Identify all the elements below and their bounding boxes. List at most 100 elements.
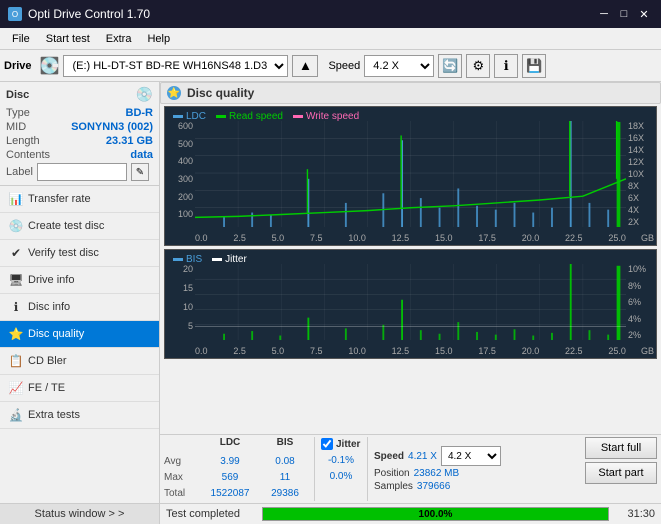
nav-item-transfer-rate[interactable]: 📊Transfer rate	[0, 186, 159, 213]
eject-button[interactable]: ▲	[292, 55, 318, 77]
nav-label-0: Transfer rate	[28, 193, 91, 205]
max-ldc: 569	[200, 469, 260, 485]
menu-start-test[interactable]: Start test	[38, 31, 98, 47]
ldc-legend-ldc: LDC	[173, 111, 206, 122]
speed-stat-label: Speed	[374, 451, 404, 462]
nav-item-create-test-disc[interactable]: 💿Create test disc	[0, 213, 159, 240]
total-jitter-placeholder	[321, 484, 361, 500]
speed-stat-select[interactable]: 4.2 X	[441, 446, 501, 466]
menu-bar: File Start test Extra Help	[0, 28, 661, 50]
start-part-button[interactable]: Start part	[585, 462, 657, 484]
nav-icon-1: 💿	[8, 218, 24, 234]
disc-label-input[interactable]	[37, 163, 127, 181]
disc-label-row: Label ✎	[6, 163, 153, 181]
menu-extra[interactable]: Extra	[98, 31, 140, 47]
bis-legend-jitter: Jitter	[212, 254, 247, 265]
nav-item-drive-info[interactable]: 🖥 Drive info	[0, 267, 159, 294]
nav-label-5: Disc quality	[28, 328, 84, 340]
disc-section-title: Disc	[6, 89, 29, 101]
speed-stat-value: 4.21 X	[408, 451, 437, 462]
disc-mid-row: MID SONYNN3 (002)	[6, 121, 153, 133]
nav-item-disc-quality[interactable]: ⭐ Disc quality	[0, 321, 159, 348]
bis-chart-svg	[195, 264, 626, 340]
title-bar: O Opti Drive Control 1.70 ─ □ ✕	[0, 0, 661, 28]
menu-help[interactable]: Help	[139, 31, 178, 47]
ldc-legend-read: Read speed	[216, 111, 283, 122]
ldc-legend: LDC Read speed Write speed	[169, 109, 363, 124]
bis-col-header: BIS	[260, 437, 310, 453]
chart-container: LDC Read speed Write speed 6005004003002…	[160, 104, 661, 434]
nav-label-7: FE / TE	[28, 382, 65, 394]
quality-icon: ⭐	[167, 86, 181, 100]
start-full-button[interactable]: Start full	[585, 437, 657, 459]
nav-label-4: Disc info	[28, 301, 70, 313]
bis-chart: BIS Jitter 2015105 10%8%6%4%2%	[164, 249, 657, 359]
avg-ldc: 3.99	[200, 453, 260, 469]
save-button[interactable]: 💾	[522, 54, 546, 78]
nav-item-extra-tests[interactable]: 🔬Extra tests	[0, 402, 159, 429]
settings-button[interactable]: ⚙	[466, 54, 490, 78]
minimize-button[interactable]: ─	[595, 5, 613, 23]
menu-file[interactable]: File	[4, 31, 38, 47]
ldc-chart-svg	[195, 121, 626, 227]
nav-item-verify-test-disc[interactable]: ✔Verify test disc	[0, 240, 159, 267]
stats-bottom: LDC BIS Avg 3.99 0.08 Max 569 11 Total 1…	[160, 434, 661, 503]
jitter-label: Jitter	[336, 439, 360, 450]
disc-contents-row: Contents data	[6, 149, 153, 161]
nav-icon-2: ✔	[8, 245, 24, 261]
toolbar: Drive 💽 (E:) HL-DT-ST BD-RE WH16NS48 1.D…	[0, 50, 661, 82]
disc-panel: Disc 💿 Type BD-R MID SONYNN3 (002) Lengt…	[0, 82, 159, 186]
total-ldc: 1522087	[200, 485, 260, 501]
progress-percent: 100.0%	[263, 508, 608, 520]
quality-title: Disc quality	[187, 86, 254, 100]
max-label: Max	[164, 469, 200, 485]
disc-panel-icon: 💿	[136, 86, 153, 103]
progress-bar-area: Test completed 100.0% 31:30	[160, 503, 661, 524]
avg-jitter: -0.1%	[321, 452, 361, 468]
sidebar: Disc 💿 Type BD-R MID SONYNN3 (002) Lengt…	[0, 82, 160, 524]
content-area: ⭐ Disc quality LDC Read speed	[160, 82, 661, 524]
app-title: Opti Drive Control 1.70	[28, 7, 150, 21]
nav-label-6: CD Bler	[28, 355, 67, 367]
progress-bar: 100.0%	[262, 507, 609, 521]
position-label: Position	[374, 468, 410, 479]
info-button[interactable]: ℹ	[494, 54, 518, 78]
nav-item-cd-bler[interactable]: 📋CD Bler	[0, 348, 159, 375]
start-buttons: Start full Start part	[585, 437, 661, 501]
quality-panel-header: ⭐ Disc quality	[160, 82, 661, 104]
nav-label-8: Extra tests	[28, 409, 80, 421]
main-layout: Disc 💿 Type BD-R MID SONYNN3 (002) Lengt…	[0, 82, 661, 524]
total-label: Total	[164, 485, 200, 501]
nav-item-fe--te[interactable]: 📈FE / TE	[0, 375, 159, 402]
nav-item-disc-info[interactable]: ℹ Disc info	[0, 294, 159, 321]
speed-label: Speed	[328, 60, 360, 72]
maximize-button[interactable]: □	[615, 5, 633, 23]
max-bis: 11	[260, 469, 310, 485]
avg-label: Avg	[164, 453, 200, 469]
drive-label: Drive	[4, 60, 32, 72]
drive-select[interactable]: (E:) HL-DT-ST BD-RE WH16NS48 1.D3	[63, 55, 288, 77]
nav-icon-5: ⭐	[8, 326, 24, 342]
ldc-col-header: LDC	[200, 437, 260, 453]
max-jitter: 0.0%	[321, 468, 361, 484]
nav-icon-4: ℹ	[8, 299, 24, 315]
refresh-button[interactable]: 🔄	[438, 54, 462, 78]
app-icon: O	[8, 7, 22, 21]
samples-value: 379666	[417, 481, 450, 492]
bis-legend-bis: BIS	[173, 254, 202, 265]
jitter-checkbox[interactable]	[321, 438, 333, 450]
nav-container: 📊Transfer rate💿Create test disc✔Verify t…	[0, 186, 159, 429]
samples-label: Samples	[374, 481, 413, 492]
position-value: 23862 MB	[414, 468, 460, 479]
status-window-button[interactable]: Status window > >	[0, 503, 159, 524]
disc-label-button[interactable]: ✎	[131, 163, 149, 181]
avg-bis: 0.08	[260, 453, 310, 469]
bis-legend: BIS Jitter	[169, 252, 251, 267]
speed-select[interactable]: 4.2 X	[364, 55, 434, 77]
jitter-section: Jitter -0.1% 0.0%	[314, 437, 367, 501]
nav-label-3: Drive info	[28, 274, 74, 286]
nav-icon-3: 🖥	[8, 272, 24, 288]
close-button[interactable]: ✕	[635, 5, 653, 23]
status-text: Test completed	[166, 508, 256, 520]
ldc-legend-write: Write speed	[293, 111, 359, 122]
